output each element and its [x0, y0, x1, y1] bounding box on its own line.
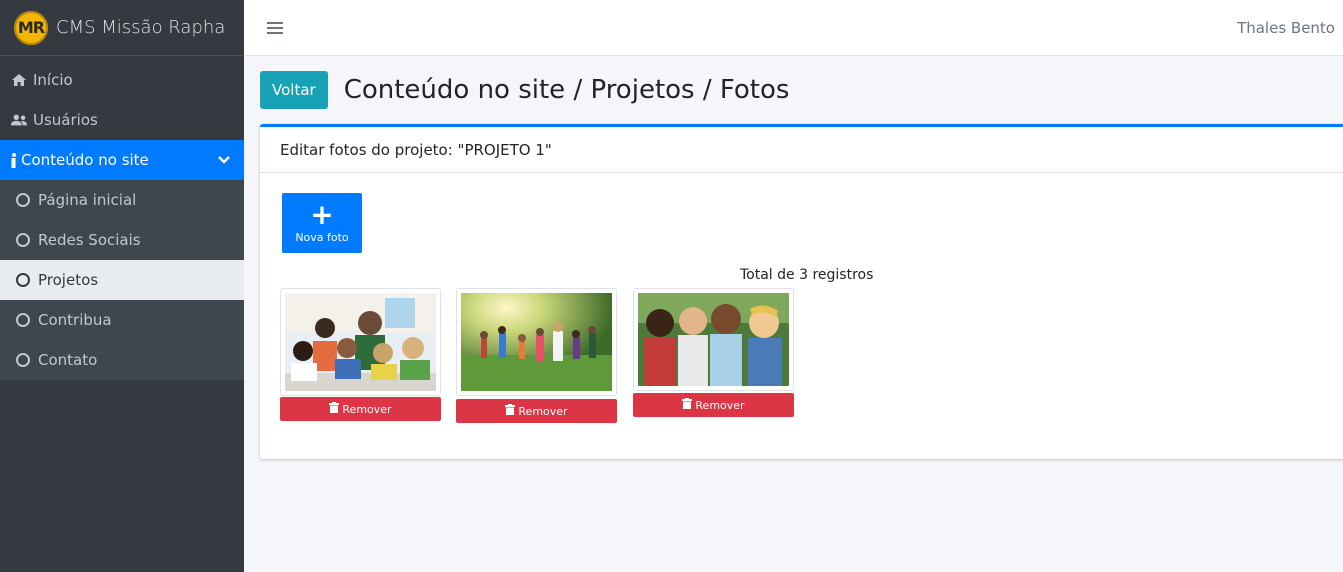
- brand-logo: MR: [14, 10, 48, 45]
- photo-frame: [280, 288, 441, 396]
- trash-icon: [329, 402, 340, 416]
- photo-frame: [456, 288, 617, 396]
- photo-item: Remover: [633, 288, 794, 417]
- brand-title: CMS Missão Rapha: [56, 17, 226, 38]
- remove-button[interactable]: Remover: [456, 399, 617, 423]
- remove-button[interactable]: Remover: [280, 397, 441, 421]
- photo-thumbnail[interactable]: [461, 293, 612, 391]
- topbar: Thales Bento: [244, 0, 1343, 56]
- sidebar-item-projetos[interactable]: Projetos: [0, 260, 244, 300]
- sidebar-item-label: Conteúdo no site: [21, 151, 149, 169]
- photo-item: Remover: [456, 288, 617, 423]
- main-content: Voltar Conteúdo no site / Projetos / Fot…: [244, 56, 1343, 572]
- sidebar-item-label: Redes Sociais: [38, 231, 141, 249]
- sidebar-item-label: Contato: [38, 351, 98, 369]
- home-icon: [10, 73, 28, 87]
- trash-icon: [682, 398, 693, 412]
- circle-icon: [16, 193, 30, 207]
- sidebar-nav: Início Usuários Conteúdo no site Página …: [0, 56, 244, 380]
- remove-label: Remover: [342, 402, 392, 416]
- photos-card: Editar fotos do projeto: "PROJETO 1" + N…: [260, 124, 1343, 459]
- sidebar-item-label: Projetos: [38, 271, 99, 289]
- circle-icon: [16, 233, 30, 247]
- remove-button[interactable]: Remover: [633, 393, 794, 417]
- users-icon: [10, 113, 28, 127]
- sidebar-item-label: Início: [33, 71, 73, 89]
- page-title: Conteúdo no site / Projetos / Fotos: [343, 75, 790, 105]
- sidebar-item-label: Contribua: [38, 311, 112, 329]
- photo-thumbnail[interactable]: [285, 293, 436, 391]
- card-title: Editar fotos do projeto: "PROJETO 1": [260, 127, 1343, 173]
- new-photo-label: Nova foto: [295, 230, 349, 244]
- plus-icon: +: [310, 197, 334, 231]
- circle-icon: [16, 313, 30, 327]
- menu-toggle-icon[interactable]: [267, 21, 283, 34]
- info-icon: [10, 152, 18, 168]
- circle-icon: [16, 353, 30, 367]
- new-photo-button[interactable]: + Nova foto: [282, 193, 362, 253]
- chevron-down-icon: [218, 153, 230, 167]
- sidebar-item-label: Página inicial: [38, 191, 137, 209]
- remove-label: Remover: [695, 398, 745, 412]
- photo-item: Remover: [280, 288, 441, 421]
- back-button[interactable]: Voltar: [260, 71, 328, 109]
- trash-icon: [505, 404, 516, 418]
- sidebar-item-contato[interactable]: Contato: [0, 340, 244, 380]
- sidebar-item-label: Usuários: [33, 111, 98, 129]
- content-header: Voltar Conteúdo no site / Projetos / Fot…: [260, 71, 789, 109]
- sidebar-subnav: Página inicial Redes Sociais Projetos Co…: [0, 180, 244, 380]
- sidebar-item-pagina-inicial[interactable]: Página inicial: [0, 180, 244, 220]
- sidebar-item-inicio[interactable]: Início: [0, 60, 244, 100]
- sidebar-item-contribua[interactable]: Contribua: [0, 300, 244, 340]
- sidebar-item-usuarios[interactable]: Usuários: [0, 100, 244, 140]
- card-body: + Nova foto Total de 3 registros Remover…: [260, 173, 1343, 459]
- photo-thumbnail[interactable]: [638, 293, 789, 386]
- sidebar-item-redes-sociais[interactable]: Redes Sociais: [0, 220, 244, 260]
- remove-label: Remover: [518, 404, 568, 418]
- photo-frame: [633, 288, 794, 391]
- user-name[interactable]: Thales Bento: [1237, 19, 1335, 37]
- total-records: Total de 3 registros: [740, 267, 874, 283]
- circle-icon: [16, 273, 30, 287]
- sidebar-item-conteudo[interactable]: Conteúdo no site: [0, 140, 244, 180]
- sidebar: MR CMS Missão Rapha Início Usuários Cont…: [0, 0, 244, 572]
- brand[interactable]: MR CMS Missão Rapha: [0, 0, 244, 56]
